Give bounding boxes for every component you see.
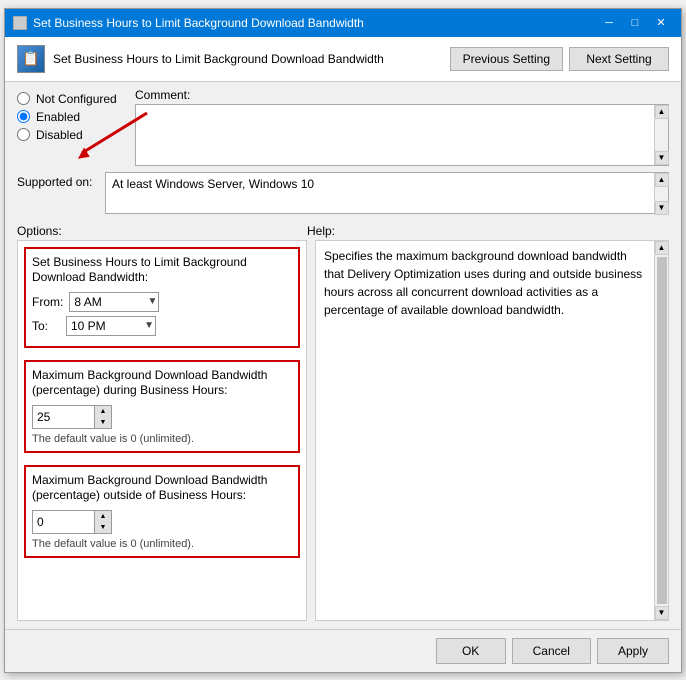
supported-value: At least Windows Server, Windows 10: [112, 177, 314, 191]
minimize-button[interactable]: ─: [597, 13, 621, 33]
title-bar: Set Business Hours to Limit Background D…: [5, 9, 681, 37]
help-scroll-down[interactable]: ▼: [655, 606, 669, 620]
header-title: Set Business Hours to Limit Background D…: [53, 52, 384, 66]
to-dropdown[interactable]: 10 PM 11 PM 12 AM: [66, 316, 156, 336]
ok-button[interactable]: OK: [436, 638, 506, 664]
outside-hours-spin-up[interactable]: ▲: [95, 511, 111, 522]
not-configured-row: Not Configured: [17, 92, 127, 106]
comment-scroll-down[interactable]: ▼: [655, 151, 669, 165]
during-hours-input[interactable]: [33, 406, 94, 428]
main-window: Set Business Hours to Limit Background D…: [4, 8, 682, 673]
previous-setting-button[interactable]: Previous Setting: [450, 47, 563, 71]
disabled-row: Disabled: [17, 128, 127, 142]
during-hours-title: Maximum Background Download Bandwidth (p…: [32, 368, 292, 399]
during-hours-spin-down[interactable]: ▼: [95, 417, 111, 428]
disabled-radio[interactable]: [17, 128, 30, 141]
options-scroll-area: Set Business Hours to Limit Background D…: [17, 240, 307, 621]
outside-hours-note: The default value is 0 (unlimited).: [32, 538, 292, 550]
from-label: From:: [32, 295, 63, 309]
help-scroll-up[interactable]: ▲: [655, 241, 669, 255]
comment-scroll-up[interactable]: ▲: [655, 105, 669, 119]
policy-icon: 📋: [17, 45, 45, 73]
help-text: Specifies the maximum background downloa…: [324, 249, 642, 317]
outside-hours-title: Maximum Background Download Bandwidth (p…: [32, 473, 292, 504]
supported-scroll-down[interactable]: ▼: [655, 201, 669, 215]
disabled-label: Disabled: [36, 128, 83, 142]
enabled-label: Enabled: [36, 110, 80, 124]
not-configured-label: Not Configured: [36, 92, 117, 106]
supported-label: Supported on:: [17, 172, 97, 189]
during-hours-note: The default value is 0 (unlimited).: [32, 433, 292, 445]
maximize-button[interactable]: □: [623, 13, 647, 33]
during-hours-spinbox: ▲ ▼: [32, 405, 112, 429]
help-scrollbar: ▲ ▼: [654, 241, 668, 620]
window-icon: [13, 16, 27, 30]
apply-button[interactable]: Apply: [597, 638, 669, 664]
next-setting-button[interactable]: Next Setting: [569, 47, 669, 71]
cancel-button[interactable]: Cancel: [512, 638, 591, 664]
not-configured-radio[interactable]: [17, 92, 30, 105]
during-hours-group: Maximum Background Download Bandwidth (p…: [24, 360, 300, 453]
header-bar: 📋 Set Business Hours to Limit Background…: [5, 37, 681, 82]
window-controls: ─ □ ✕: [597, 13, 673, 33]
outside-hours-spin-down[interactable]: ▼: [95, 522, 111, 533]
to-dropdown-wrapper: 10 PM 11 PM 12 AM ▼: [66, 316, 156, 336]
supported-scroll-up[interactable]: ▲: [655, 173, 669, 187]
window-title: Set Business Hours to Limit Background D…: [33, 16, 364, 30]
enabled-row: Enabled: [17, 110, 127, 124]
bottom-bar: OK Cancel Apply: [5, 629, 681, 672]
help-pane: Specifies the maximum background downloa…: [315, 240, 669, 621]
enabled-radio[interactable]: [17, 110, 30, 123]
outside-hours-group: Maximum Background Download Bandwidth (p…: [24, 465, 300, 558]
help-section-label: Help:: [307, 224, 335, 238]
from-dropdown[interactable]: 8 AM 9 AM 10 AM 11 AM 12 PM: [69, 292, 159, 312]
to-label: To:: [32, 319, 60, 333]
business-hours-title: Set Business Hours to Limit Background D…: [32, 255, 292, 286]
options-section-label: Options:: [17, 224, 307, 238]
outside-hours-input[interactable]: [33, 511, 94, 533]
close-button[interactable]: ✕: [649, 13, 673, 33]
comment-label: Comment:: [135, 88, 669, 102]
from-dropdown-wrapper: 8 AM 9 AM 10 AM 11 AM 12 PM ▼: [69, 292, 159, 312]
business-hours-group: Set Business Hours to Limit Background D…: [24, 247, 300, 348]
outside-hours-spinbox: ▲ ▼: [32, 510, 112, 534]
during-hours-spin-up[interactable]: ▲: [95, 406, 111, 417]
